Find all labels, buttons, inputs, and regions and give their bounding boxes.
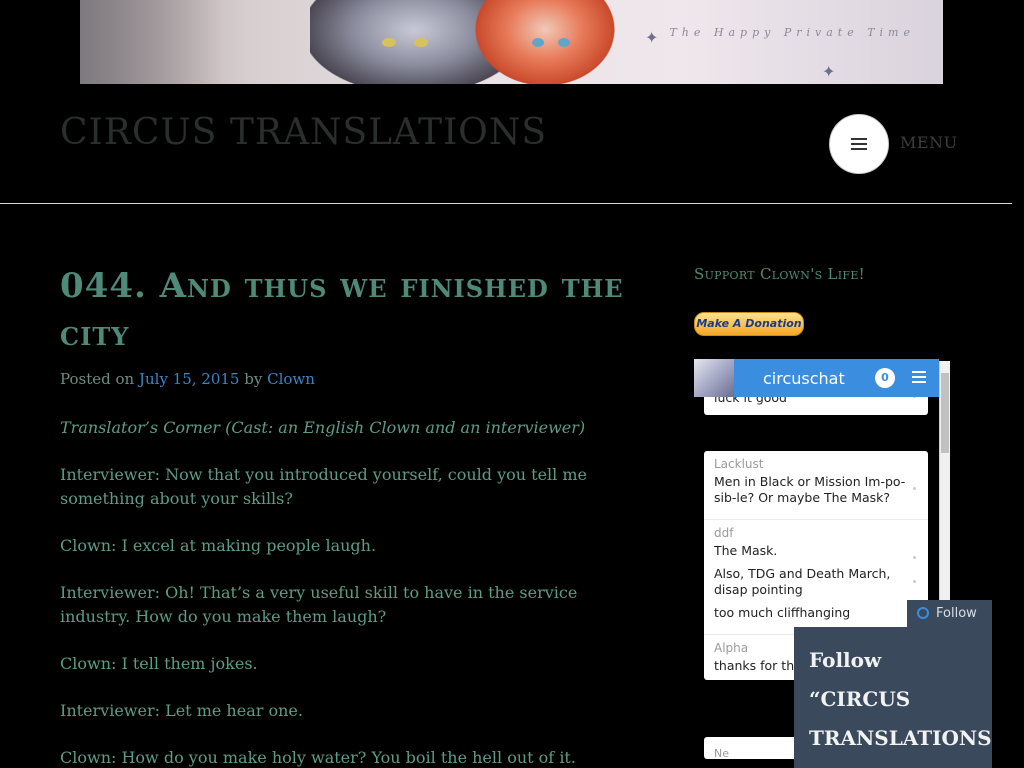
post-paragraph: Interviewer: Now that you introduced you… xyxy=(60,465,587,508)
chat-username: ddf xyxy=(714,526,734,540)
chat-message-text: Men in Black or Mission Im-po-sib-le? Or… xyxy=(714,474,906,505)
dot-icon xyxy=(913,556,916,559)
character-eye xyxy=(414,38,428,47)
chat-username: Lacklust xyxy=(714,457,764,471)
post-meta: Posted on July 15, 2015 by Clown xyxy=(60,370,315,388)
post-paragraph: Clown: I tell them jokes. xyxy=(60,654,258,673)
post-body: Translator’s Corner (Cast: an English Cl… xyxy=(60,416,640,768)
chat-header[interactable]: circuschat 0 xyxy=(694,359,939,397)
header-banner-image[interactable]: ✦ ✦ The Happy Private Time xyxy=(80,0,943,84)
meta-prefix: Posted on xyxy=(60,370,135,388)
butterfly-icon: ✦ xyxy=(645,28,659,47)
wordpress-icon xyxy=(917,607,929,619)
post-title[interactable]: 044. And thus we finished the city xyxy=(60,262,660,358)
author-link[interactable]: Clown xyxy=(267,370,315,388)
meta-by: by xyxy=(244,370,263,388)
page: ✦ ✦ The Happy Private Time CIRCUS TRANSL… xyxy=(0,0,1024,768)
post-paragraph: Translator’s Corner (Cast: an English Cl… xyxy=(60,418,586,437)
hamburger-icon xyxy=(851,138,867,150)
support-widget-title: Support Clown's Life! xyxy=(694,265,866,283)
menu-label[interactable]: MENU xyxy=(900,133,958,152)
post-date-link[interactable]: July 15, 2015 xyxy=(139,370,240,388)
chat-name: circuschat xyxy=(763,369,845,388)
follow-panel: Follow “CIRCUS TRANSLATIONS ” xyxy=(794,627,992,768)
follow-button[interactable]: Follow xyxy=(907,600,992,627)
post-paragraph: Interviewer: Let me hear one. xyxy=(60,701,303,720)
header-divider xyxy=(0,203,1012,204)
chat-avatar xyxy=(694,359,734,397)
post-paragraph: Clown: I excel at making people laugh. xyxy=(60,536,377,555)
follow-label: Follow xyxy=(936,606,977,621)
follow-panel-text: Follow “CIRCUS TRANSLATIONS ” xyxy=(809,648,992,768)
chat-menu-icon[interactable] xyxy=(912,371,926,384)
menu-button[interactable] xyxy=(829,114,889,174)
banner-tagline: The Happy Private Time xyxy=(669,26,915,39)
chat-message-text: too much cliffhanging xyxy=(714,605,851,620)
character-eye xyxy=(558,38,570,47)
chat-message-text: Also, TDG and Death March, disap pointin… xyxy=(714,566,891,597)
chat-message: Lacklust Men in Black or Mission Im-po-s… xyxy=(704,451,928,520)
site-title[interactable]: CIRCUS TRANSLATIONS xyxy=(60,112,547,153)
butterfly-icon: ✦ xyxy=(822,62,836,81)
character-eye xyxy=(532,38,544,47)
chat-scrollbar-thumb[interactable] xyxy=(941,373,949,453)
banner-character-red xyxy=(470,0,620,84)
post-paragraph: Clown: How do you make holy water? You b… xyxy=(60,748,576,767)
chat-message: ddf The Mask. Also, TDG and Death March,… xyxy=(704,520,928,635)
character-eye xyxy=(382,38,396,47)
dot-icon xyxy=(913,487,916,490)
donate-button[interactable]: Make A Donation xyxy=(694,312,804,336)
post-paragraph: Interviewer: Oh! That’s a very useful sk… xyxy=(60,583,578,626)
chat-user-count-badge[interactable]: 0 xyxy=(875,368,895,388)
banner-shade xyxy=(80,0,220,84)
dot-icon xyxy=(913,580,916,583)
chat-message-text: The Mask. xyxy=(714,543,778,558)
